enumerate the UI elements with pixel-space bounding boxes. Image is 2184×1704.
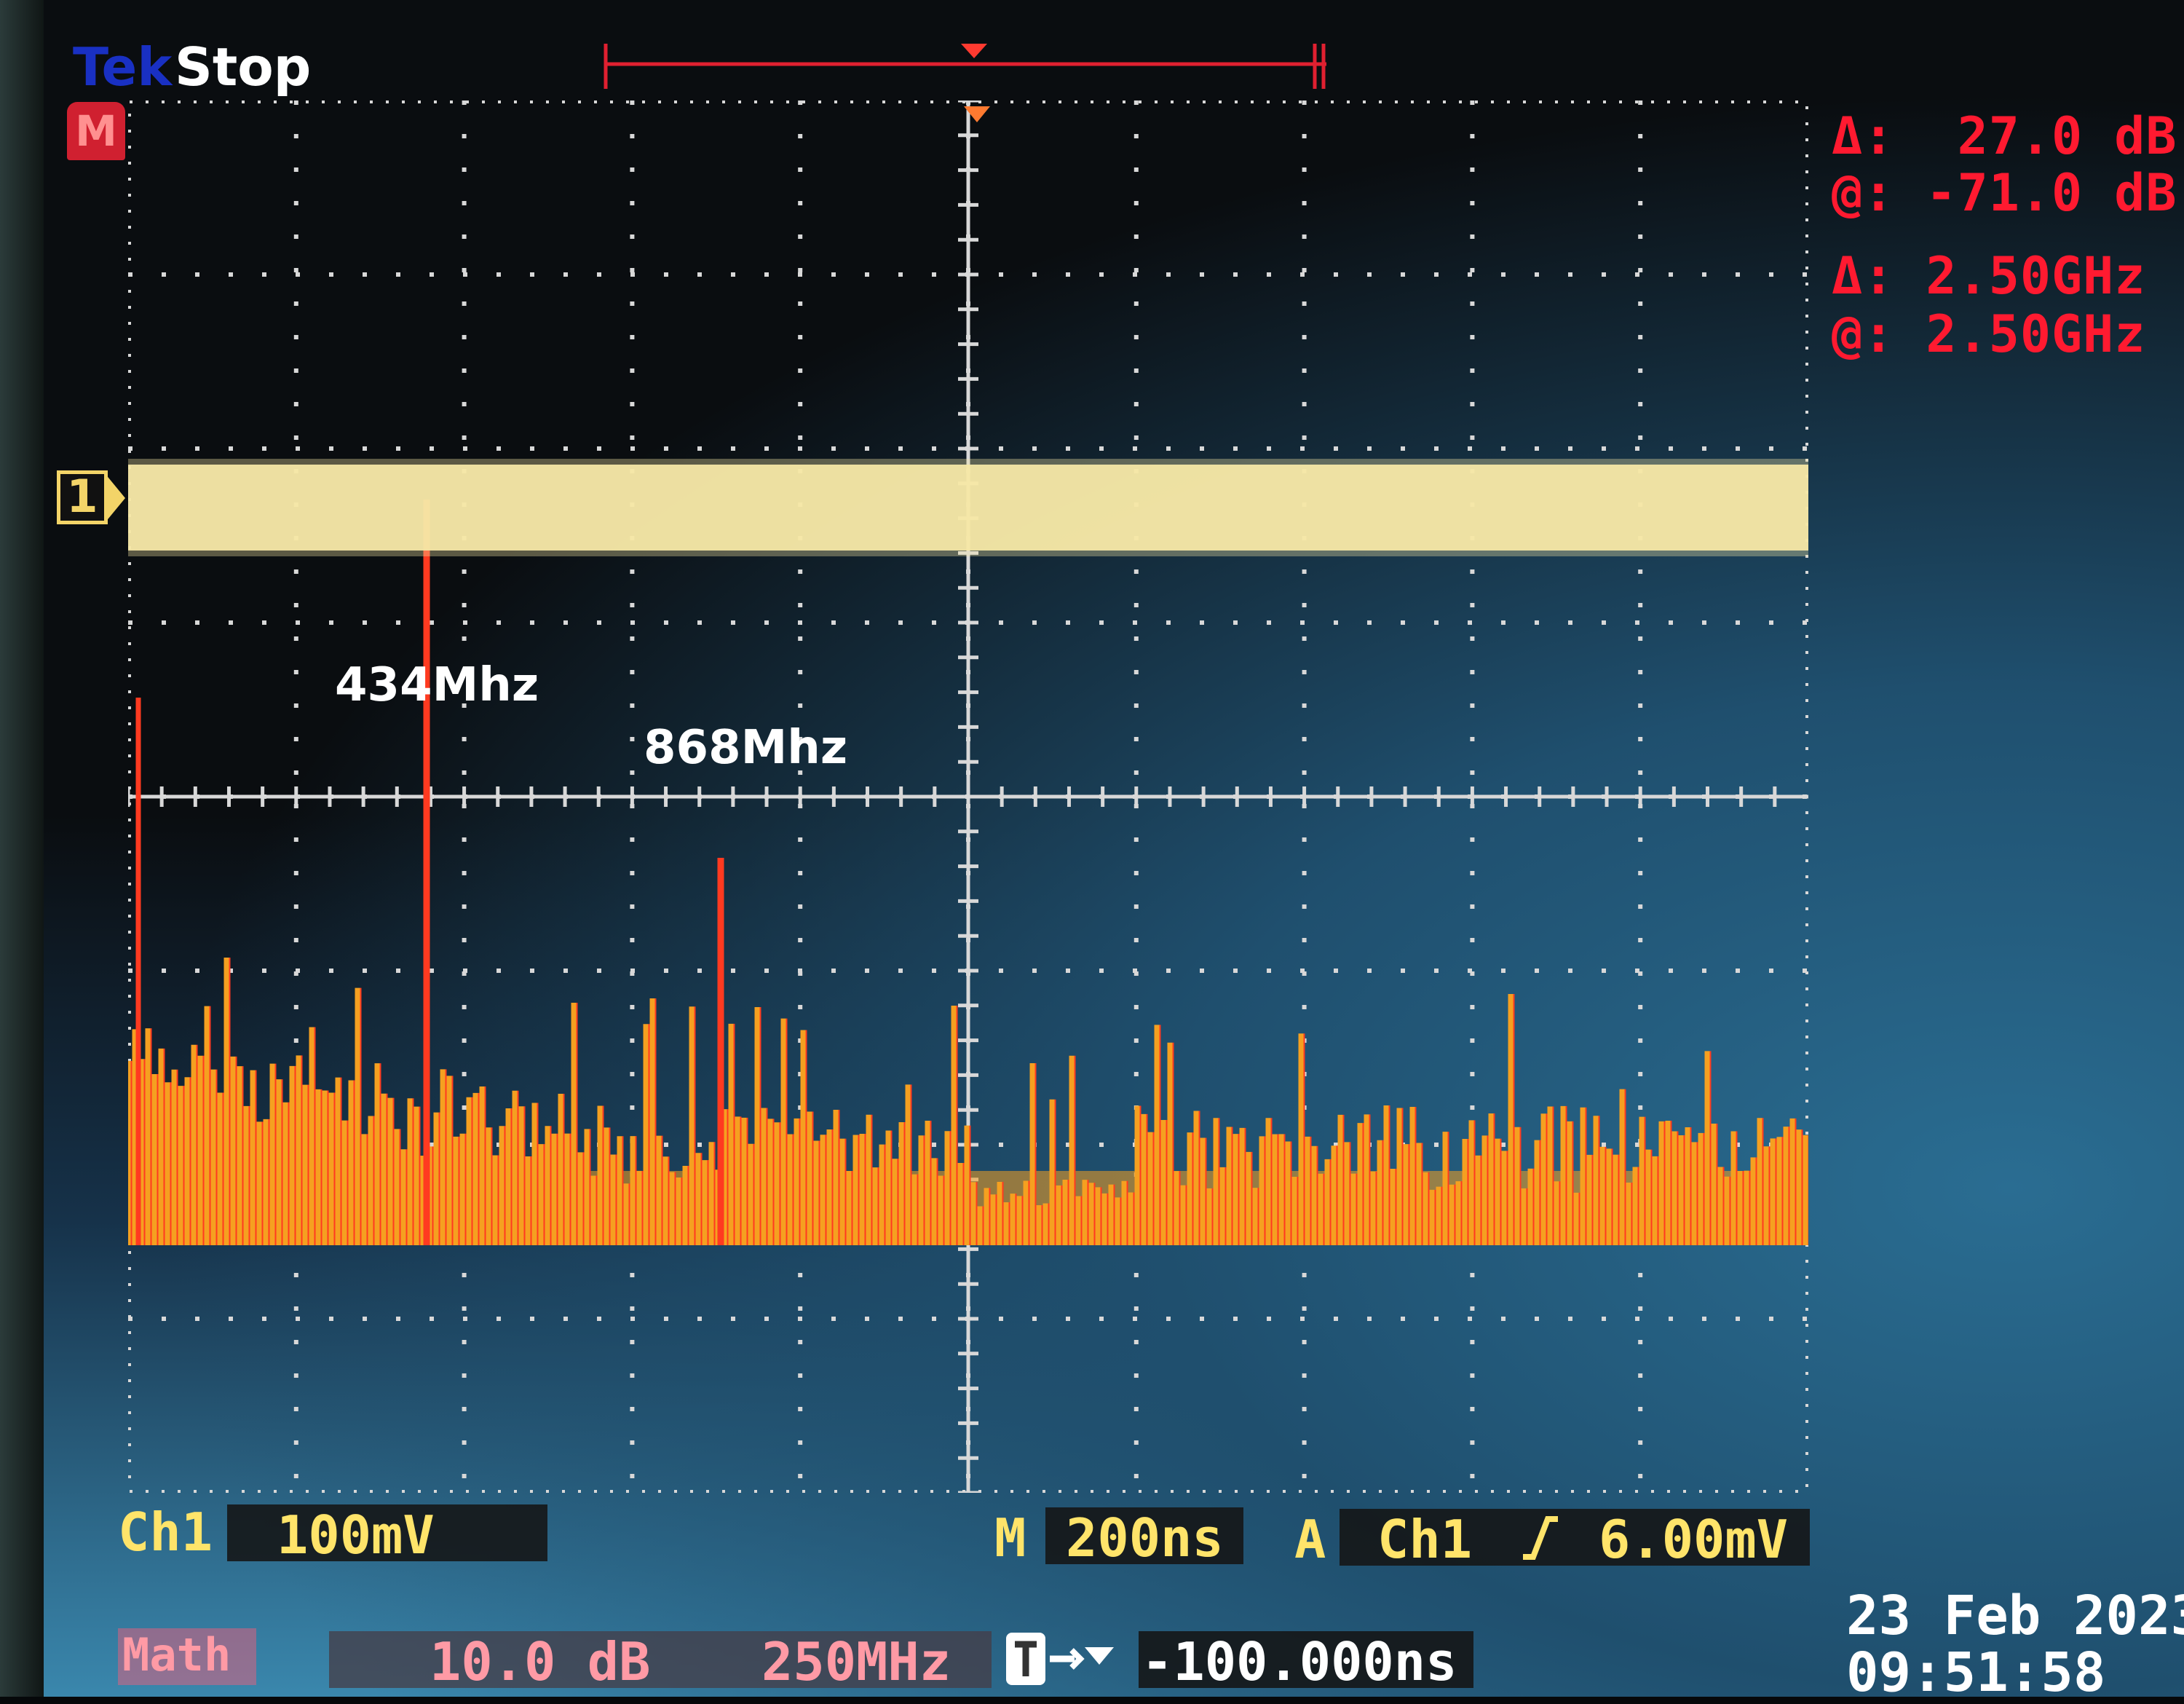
rising-edge-icon <box>1523 1516 1558 1560</box>
grid-layer <box>128 100 1808 1493</box>
ch1-marker-label: 1 <box>57 470 108 524</box>
ch1-label: Ch1 <box>118 1502 213 1563</box>
trigger-mode: A <box>1294 1509 1326 1570</box>
math-span: 250MHz <box>761 1631 951 1692</box>
ch1-band-halo <box>128 459 1808 556</box>
date-display: 23 Feb 2023 <box>1846 1585 2184 1647</box>
ch1-ground-marker[interactable]: 1 <box>57 470 127 529</box>
graticule <box>128 100 1808 1493</box>
timebase-label: M <box>994 1507 1026 1569</box>
math-scale: 10.0 dB <box>430 1631 651 1692</box>
trigger-point-icon <box>961 44 987 58</box>
trigger-position-icon <box>1006 1633 1114 1685</box>
trigger-position-value: -100.000ns <box>1142 1631 1457 1692</box>
time-display: 09:51:58 <box>1846 1641 2106 1704</box>
cursor-frequency-at: @: 2.50GHz <box>1832 304 2146 364</box>
ch1-scale: 100mV <box>277 1504 435 1566</box>
cursor-frequency-delta: Δ: 2.50GHz <box>1832 246 2146 306</box>
ch1-trace <box>128 459 1808 556</box>
marker-arrow-icon <box>105 473 125 523</box>
cursor-amplitude-at: @: -71.0 dB <box>1832 163 2177 223</box>
peak-label-868: 868Mhz <box>644 721 848 775</box>
trigger-source: Ch1 <box>1377 1509 1473 1570</box>
record-length-bar <box>604 44 1326 89</box>
oscilloscope-screen: Tek Stop M 1 Δ: 27.0 dB @: -71.0 dB Δ: 2… <box>0 0 2184 1704</box>
trigger-level: 6.00mV <box>1599 1509 1789 1570</box>
acquisition-state: Stop <box>175 36 312 98</box>
math-waveform-marker[interactable]: M <box>67 102 125 160</box>
peak-label-434: 434Mhz <box>335 658 539 712</box>
math-label: Math <box>122 1628 232 1681</box>
bezel-edge <box>0 0 44 1697</box>
brand-logo: Tek <box>73 36 173 98</box>
cursor-amplitude-delta: Δ: 27.0 dB <box>1832 106 2177 166</box>
timebase-value: 200ns <box>1066 1507 1224 1569</box>
